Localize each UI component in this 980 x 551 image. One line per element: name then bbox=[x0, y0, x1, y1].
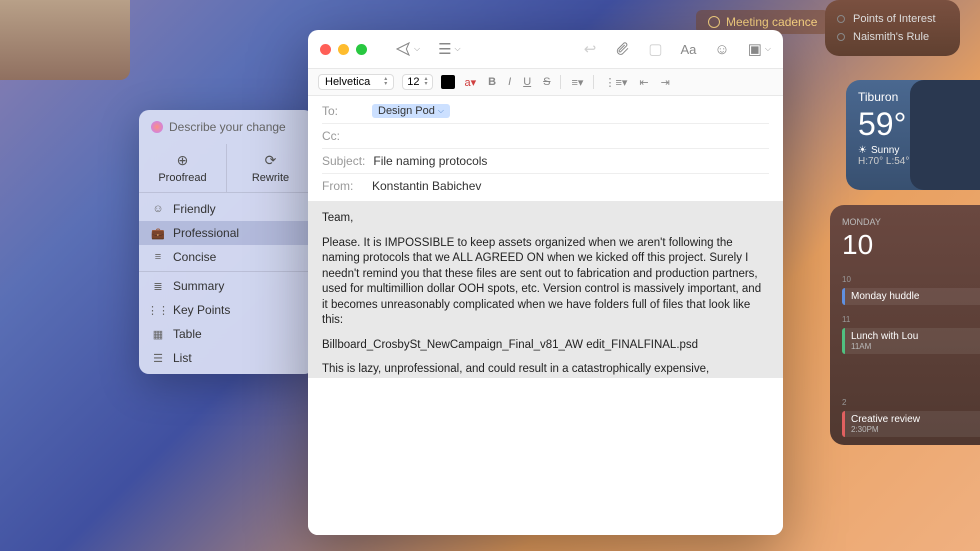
action-list[interactable]: ☰List bbox=[139, 346, 314, 370]
from-value: Konstantin Babichev bbox=[372, 179, 481, 193]
chevron-down-icon: ⌵ bbox=[765, 44, 771, 54]
indent-button[interactable]: ⇥ bbox=[659, 76, 672, 89]
outdent-button[interactable]: ⇤ bbox=[637, 76, 650, 89]
font-select[interactable]: Helvetica ▴▾ bbox=[318, 74, 394, 90]
calendar-event[interactable]: Lunch with Lou11AM bbox=[842, 328, 980, 354]
zoom-button[interactable] bbox=[356, 44, 367, 55]
window-titlebar[interactable]: ⌵ ☰ ⌵ ↩ ▢ Aa ☺ ▣ ⌵ bbox=[308, 30, 783, 68]
reminder-item[interactable]: Naismith's Rule bbox=[837, 28, 948, 46]
body-greeting: Team, bbox=[322, 211, 769, 227]
font-size-select[interactable]: 12 ▴▾ bbox=[402, 74, 432, 90]
from-row[interactable]: From: Konstantin Babichev bbox=[322, 174, 769, 198]
circle-icon bbox=[837, 15, 845, 23]
calendar-day-label: MONDAY bbox=[842, 217, 881, 227]
list-button[interactable]: ⋮≡▾ bbox=[602, 76, 629, 89]
reminders-widget[interactable]: Points of Interest Naismith's Rule bbox=[825, 0, 960, 56]
briefcase-icon: 💼 bbox=[151, 227, 165, 240]
action-summary[interactable]: ≣Summary bbox=[139, 274, 314, 298]
proofread-button[interactable]: ⊕ Proofread bbox=[139, 144, 227, 192]
stepper-icon: ▴▾ bbox=[425, 77, 428, 87]
text-color-swatch[interactable] bbox=[441, 75, 455, 89]
writing-tools-header[interactable]: Describe your change bbox=[139, 110, 314, 144]
to-row[interactable]: To: Design Pod⌵ bbox=[322, 99, 769, 124]
bullets-icon: ⋮⋮ bbox=[151, 304, 165, 317]
body-p3: This is lazy, unprofessional, and could … bbox=[322, 362, 769, 378]
circle-icon bbox=[837, 33, 845, 41]
body-p2: Billboard_CrosbySt_NewCampaign_Final_v81… bbox=[322, 338, 769, 354]
subject-label: Subject: bbox=[322, 154, 365, 168]
calendar-widget[interactable]: MONDAY TOM 10 10 Monday huddle 11 Lunch … bbox=[830, 205, 980, 445]
tone-professional[interactable]: 💼Professional bbox=[139, 221, 314, 245]
mail-compose-window: ⌵ ☰ ⌵ ↩ ▢ Aa ☺ ▣ ⌵ Helvetica ▴▾ 12 ▴▾ bbox=[308, 30, 783, 535]
calendar-date: 10 bbox=[842, 229, 980, 261]
attach-icon[interactable] bbox=[614, 41, 630, 57]
send-button[interactable]: ⌵ bbox=[395, 41, 420, 57]
subject-value: File naming protocols bbox=[373, 154, 487, 168]
tone-friendly[interactable]: ☺Friendly bbox=[139, 197, 314, 221]
chevron-down-icon: ⌵ bbox=[438, 106, 444, 116]
close-button[interactable] bbox=[320, 44, 331, 55]
format-toolbar: Helvetica ▴▾ 12 ▴▾ a▾ B I U S ≡▾ ⋮≡▾ ⇤ ⇥ bbox=[308, 68, 783, 96]
action-table[interactable]: ▦Table bbox=[139, 322, 314, 346]
calendar-hour: 11 bbox=[842, 315, 980, 324]
mail-headers: To: Design Pod⌵ Cc: Subject: File naming… bbox=[308, 96, 783, 201]
mail-body-empty[interactable] bbox=[308, 378, 783, 535]
text-color-picker[interactable]: a▾ bbox=[463, 76, 479, 89]
bold-button[interactable]: B bbox=[486, 76, 498, 88]
align-button[interactable]: ≡▾ bbox=[569, 76, 585, 89]
recipient-pill[interactable]: Design Pod⌵ bbox=[372, 104, 450, 118]
calendar-hour: 2 bbox=[842, 398, 980, 407]
underline-button[interactable]: U bbox=[521, 76, 533, 88]
header-icon: ☰ bbox=[438, 40, 451, 58]
compress-icon: ≡ bbox=[151, 251, 165, 263]
list-icon: ☰ bbox=[151, 352, 165, 365]
refresh-icon: ⟳ bbox=[265, 152, 277, 169]
writing-tools-popup: Describe your change ⊕ Proofread ⟳ Rewri… bbox=[139, 110, 314, 374]
sun-icon: ☀ bbox=[858, 145, 867, 156]
strike-button[interactable]: S bbox=[541, 76, 552, 88]
format-icon[interactable]: Aa bbox=[681, 42, 697, 57]
action-key-points[interactable]: ⋮⋮Key Points bbox=[139, 298, 314, 322]
reply-icon[interactable]: ↩ bbox=[584, 40, 597, 58]
paperplane-icon bbox=[395, 41, 411, 57]
desktop-photo-thumbnail bbox=[0, 0, 130, 80]
stepper-icon: ▴▾ bbox=[384, 77, 387, 87]
writing-tools-placeholder: Describe your change bbox=[169, 120, 286, 134]
calendar-event[interactable]: Creative review2:30PM bbox=[842, 411, 980, 437]
to-label: To: bbox=[322, 104, 364, 118]
body-p1: Please. It is IMPOSSIBLE to keep assets … bbox=[322, 236, 769, 329]
ai-glow-icon bbox=[151, 121, 163, 133]
circle-icon bbox=[708, 16, 720, 28]
traffic-lights bbox=[320, 44, 367, 55]
magnify-icon: ⊕ bbox=[177, 152, 189, 169]
minimize-button[interactable] bbox=[338, 44, 349, 55]
subject-row[interactable]: Subject: File naming protocols bbox=[322, 149, 769, 174]
cc-row[interactable]: Cc: bbox=[322, 124, 769, 149]
media-button[interactable]: ▣ ⌵ bbox=[748, 40, 771, 58]
photo-icon[interactable]: ▢ bbox=[648, 40, 662, 58]
table-icon: ▦ bbox=[151, 328, 165, 341]
cc-label: Cc: bbox=[322, 129, 364, 143]
emoji-icon[interactable]: ☺ bbox=[714, 41, 729, 58]
smile-icon: ☺ bbox=[151, 203, 165, 215]
menubar-reminder-label: Meeting cadence bbox=[726, 15, 817, 29]
chevron-down-icon: ⌵ bbox=[455, 44, 461, 54]
clock-widget[interactable] bbox=[910, 80, 980, 190]
mail-body[interactable]: Team, Please. It is IMPOSSIBLE to keep a… bbox=[308, 201, 783, 378]
media-icon: ▣ bbox=[748, 40, 762, 58]
tone-concise[interactable]: ≡Concise bbox=[139, 245, 314, 269]
header-fields-button[interactable]: ☰ ⌵ bbox=[438, 40, 461, 58]
italic-button[interactable]: I bbox=[506, 76, 513, 88]
rewrite-button[interactable]: ⟳ Rewrite bbox=[227, 144, 314, 192]
lines-icon: ≣ bbox=[151, 280, 165, 293]
chevron-down-icon: ⌵ bbox=[414, 44, 420, 54]
calendar-hour: 10 bbox=[842, 275, 980, 284]
calendar-event[interactable]: Monday huddle bbox=[842, 288, 980, 305]
from-label: From: bbox=[322, 179, 364, 193]
reminder-item[interactable]: Points of Interest bbox=[837, 10, 948, 28]
weather-condition: Sunny bbox=[871, 145, 899, 156]
